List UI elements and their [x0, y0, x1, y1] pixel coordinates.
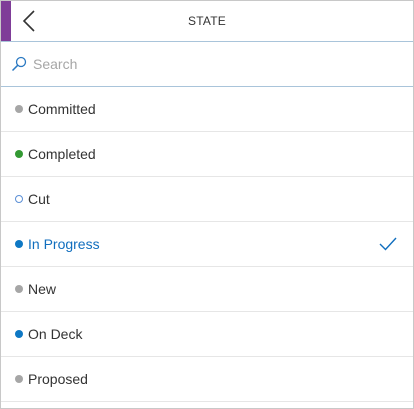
state-label: Cut: [28, 191, 50, 207]
state-label: On Deck: [28, 326, 83, 342]
list-item[interactable]: Cut: [1, 177, 413, 222]
list-item[interactable]: Proposed: [1, 357, 413, 402]
state-list: Committed Completed Cut In Progress New On De…: [1, 87, 413, 402]
state-label: Completed: [28, 146, 96, 162]
state-color-dot: [15, 105, 23, 113]
state-label: Committed: [28, 101, 96, 117]
search-input[interactable]: [33, 56, 373, 72]
state-label: New: [28, 281, 57, 297]
state-picker-panel: STATE Committed Completed Cut In Progress Ne…: [0, 0, 414, 409]
state-label: Proposed: [28, 371, 88, 387]
chevron-left-icon: [22, 10, 35, 32]
state-color-dot: [15, 150, 23, 158]
list-item[interactable]: On Deck: [1, 312, 413, 357]
list-item[interactable]: New: [1, 267, 413, 312]
list-item[interactable]: In Progress: [1, 222, 413, 267]
list-item[interactable]: Completed: [1, 132, 413, 177]
search-bar[interactable]: [1, 42, 413, 87]
state-color-dot: [15, 240, 23, 248]
back-button[interactable]: [17, 7, 41, 35]
state-color-dot: [15, 330, 23, 338]
state-color-dot: [15, 195, 23, 203]
state-label: In Progress: [28, 236, 100, 252]
search-icon: [11, 56, 27, 72]
state-color-dot: [15, 375, 23, 383]
page-title: STATE: [188, 14, 226, 28]
list-item[interactable]: Committed: [1, 87, 413, 132]
accent-bar: [1, 1, 11, 41]
header: STATE: [1, 1, 413, 42]
state-color-dot: [15, 285, 23, 293]
checkmark-icon: [379, 237, 397, 251]
